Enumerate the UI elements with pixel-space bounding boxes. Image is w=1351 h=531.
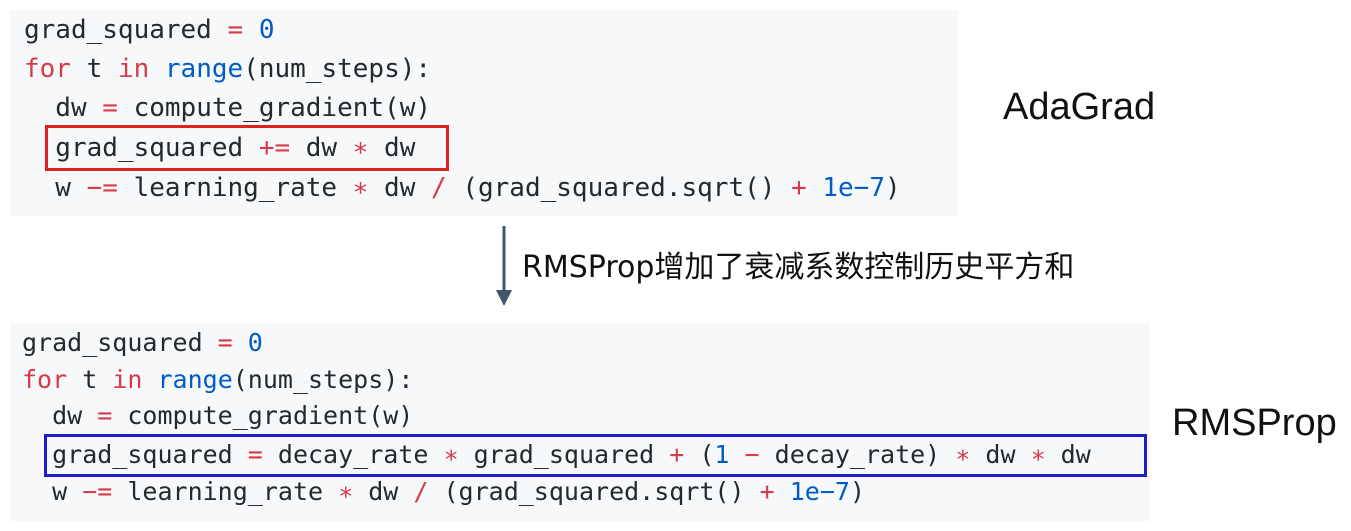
adagrad-label: AdaGrad (1003, 86, 1156, 128)
code-line: dw = compute_gradient(w) (24, 93, 432, 123)
transition-caption: RMSProp增加了衰减系数控制历史平方和 (522, 250, 1075, 285)
code-line: for t in range(num_steps): (22, 365, 414, 394)
rmsprop-update-highlight (44, 434, 1147, 477)
rmsprop-code-block: grad_squared = 0 for t in range(num_step… (10, 323, 1150, 521)
code-line: grad_squared = 0 (22, 328, 263, 357)
code-line: w −= learning_rate ∗ dw / (grad_squared.… (22, 477, 865, 506)
adagrad-update-highlight (45, 125, 449, 171)
down-arrow-icon (496, 226, 512, 306)
rmsprop-label: RMSProp (1172, 402, 1337, 444)
code-line: dw = compute_gradient(w) (22, 401, 414, 430)
code-line: w −= learning_rate ∗ dw / (grad_squared.… (24, 173, 901, 203)
adagrad-code-block: grad_squared = 0 for t in range(num_step… (10, 10, 958, 216)
code-line: for t in range(num_steps): (24, 54, 432, 84)
code-line: grad_squared = 0 (24, 15, 275, 45)
